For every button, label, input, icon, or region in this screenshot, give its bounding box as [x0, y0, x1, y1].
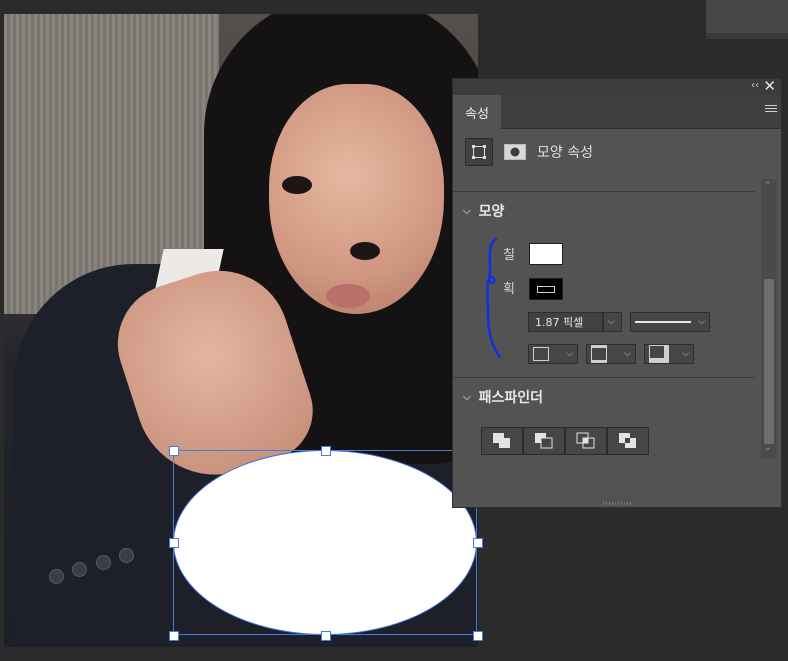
panel-resize-grip[interactable] — [603, 502, 633, 505]
subtract-front-icon[interactable] — [523, 427, 565, 455]
pathfinder-buttons — [481, 427, 649, 455]
chevron-down-icon: ⌵ — [566, 349, 573, 359]
solid-line-icon — [635, 321, 691, 323]
section-pathfinder-header[interactable]: ⌵ 패스파인더 — [463, 387, 543, 407]
resize-handle-bottom-left[interactable] — [169, 631, 179, 641]
ellipse-shape[interactable] — [173, 450, 477, 635]
scrollbar-thumb[interactable] — [764, 279, 774, 444]
close-icon[interactable]: ✕ — [763, 77, 776, 95]
header-label: 모양 속성 — [537, 145, 593, 161]
stroke-align-icon — [533, 347, 549, 361]
chevron-down-icon: ⌵ — [698, 317, 705, 327]
jacket-button — [96, 555, 111, 570]
section-pathfinder-title: 패스파인더 — [478, 390, 543, 406]
photo-face — [269, 84, 444, 314]
stroke-align-dropdown[interactable]: ⌵ — [528, 344, 578, 364]
double-chevron-left-icon[interactable]: ‹‹ — [751, 80, 759, 91]
line-caps-icon — [591, 345, 607, 363]
background-window — [706, 0, 788, 35]
resize-handle-bottom-right[interactable] — [473, 631, 483, 641]
stroke-style-dropdown[interactable]: ⌵ — [630, 312, 710, 332]
scroll-up-icon[interactable]: ⌃ — [764, 181, 772, 191]
photo-lips — [326, 284, 370, 308]
jacket-button — [49, 569, 64, 584]
line-caps-dropdown[interactable]: ⌵ — [586, 344, 636, 364]
exclude-overlap-icon[interactable] — [607, 427, 649, 455]
section-shape-title: 모양 — [478, 204, 505, 220]
fill-color-swatch[interactable] — [529, 243, 563, 265]
line-corners-icon — [649, 345, 669, 363]
resize-handle-top[interactable] — [321, 446, 331, 456]
background-window-edge — [706, 33, 788, 39]
chevron-down-icon: ⌵ — [682, 349, 689, 359]
resize-handle-left[interactable] — [169, 538, 179, 548]
photo-eye-right — [350, 242, 380, 260]
resize-handle-top-left[interactable] — [169, 446, 179, 456]
stroke-color-swatch[interactable] — [529, 278, 563, 300]
chevron-down-icon[interactable]: ⌵ — [463, 392, 471, 403]
panel-title-bar[interactable]: ‹‹ ✕ — [453, 77, 781, 95]
properties-header: 모양 속성 — [465, 137, 593, 167]
intersect-icon[interactable] — [565, 427, 607, 455]
transform-icon[interactable] — [465, 138, 493, 166]
chevron-down-icon[interactable]: ⌵ — [463, 206, 471, 217]
annotation-bracket — [486, 237, 502, 359]
unite-shapes-icon[interactable] — [481, 427, 523, 455]
resize-handle-right[interactable] — [473, 538, 483, 548]
chevron-down-icon: ⌵ — [624, 349, 631, 359]
divider — [453, 191, 755, 192]
tab-properties[interactable]: 속성 — [453, 95, 501, 129]
section-shape-header[interactable]: ⌵ 모양 — [463, 201, 504, 221]
resize-handle-bottom[interactable] — [321, 631, 331, 641]
panel-tab-bar: 속성 — [453, 95, 781, 129]
panel-scrollbar[interactable]: ⌃ ⌄ — [761, 179, 777, 459]
chevron-down-icon: ⌵ — [608, 317, 615, 327]
hamburger-menu-icon[interactable] — [765, 103, 777, 114]
photo-eye-left — [282, 176, 312, 194]
stroke-width-dropdown[interactable]: ⌵ — [603, 312, 622, 332]
jacket-button — [72, 562, 87, 577]
ellipse-shape-selection[interactable] — [169, 446, 483, 641]
scroll-down-icon[interactable]: ⌄ — [764, 443, 772, 453]
divider — [453, 377, 755, 378]
mask-icon[interactable] — [501, 138, 529, 166]
line-corners-dropdown[interactable]: ⌵ — [644, 344, 694, 364]
stroke-width-input[interactable]: 1.87 픽셀 — [528, 312, 603, 332]
jacket-button — [119, 548, 134, 563]
